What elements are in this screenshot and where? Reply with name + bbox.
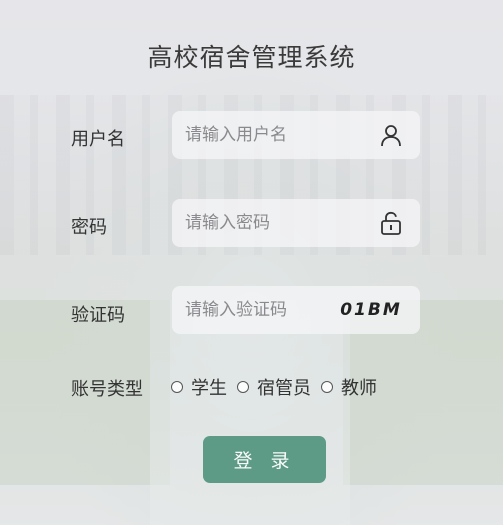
radio-dorm-manager[interactable]: 宿管员 xyxy=(237,374,311,400)
account-type-label: 账号类型 xyxy=(71,379,143,400)
radio-label: 教师 xyxy=(341,378,377,399)
account-type-radio-group: 学生 宿管员 教师 xyxy=(171,374,387,400)
radio-teacher[interactable]: 教师 xyxy=(321,374,377,400)
radio-button[interactable] xyxy=(171,381,183,393)
captcha-field-container xyxy=(172,286,322,334)
radio-button[interactable] xyxy=(321,381,333,393)
captcha-image[interactable]: 01BM xyxy=(322,286,420,334)
captcha-input[interactable] xyxy=(172,286,322,334)
radio-button[interactable] xyxy=(237,381,249,393)
radio-label: 宿管员 xyxy=(257,378,311,399)
unlock-icon xyxy=(379,211,403,235)
page-title: 高校宿舍管理系统 xyxy=(147,43,356,72)
login-button[interactable]: 登 录 xyxy=(203,436,326,483)
radio-student[interactable]: 学生 xyxy=(171,374,227,400)
username-label: 用户名 xyxy=(71,129,125,150)
radio-label: 学生 xyxy=(191,378,227,399)
password-label: 密码 xyxy=(71,217,107,238)
password-field-container xyxy=(172,199,420,247)
username-field-container xyxy=(172,111,420,159)
user-icon xyxy=(379,123,403,147)
captcha-label: 验证码 xyxy=(71,305,125,326)
